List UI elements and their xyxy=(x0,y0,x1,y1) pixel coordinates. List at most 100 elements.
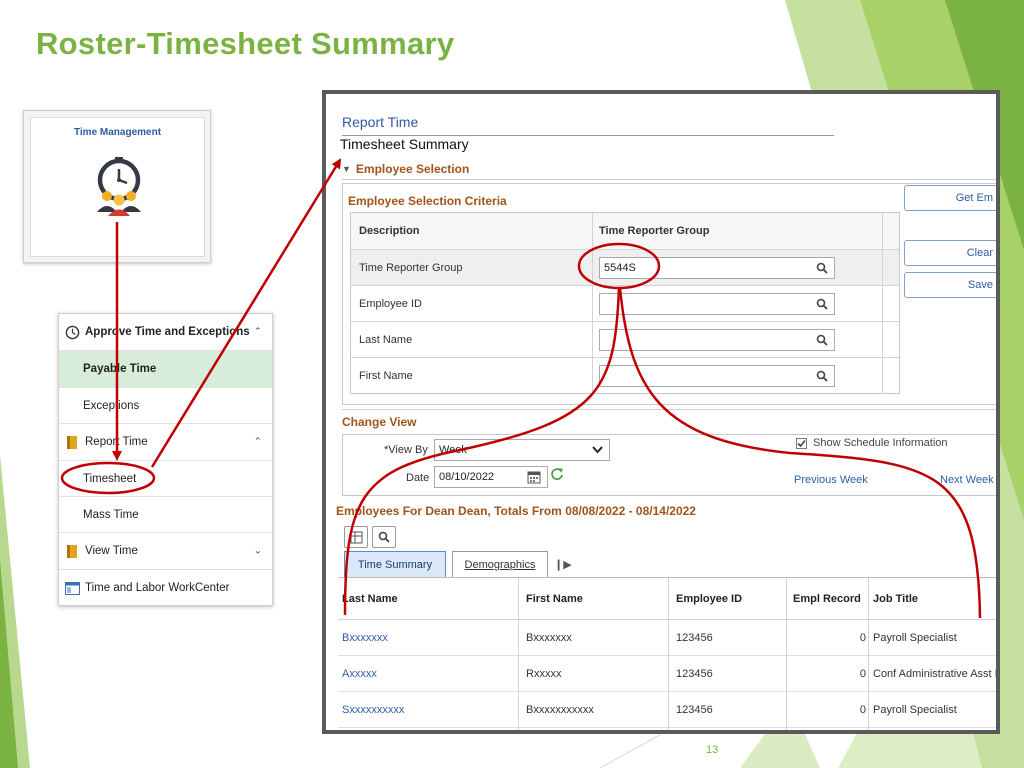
criteria-table: Description Time Reporter Group Time Rep… xyxy=(350,212,900,394)
nav-payable-time[interactable]: Payable Time xyxy=(59,351,272,388)
first-name-cell: Bxxxxxxx xyxy=(526,631,572,644)
chevron-up-icon[interactable]: ⌃ xyxy=(254,327,262,338)
input-value: 5544S xyxy=(604,262,636,274)
slide-title: Roster-Timesheet Summary xyxy=(36,26,455,61)
nav-exceptions[interactable]: Exceptions xyxy=(59,388,272,424)
table-row: Sxxxxxxxxxx Bxxxxxxxxxxx 123456 0 Payrol… xyxy=(338,692,996,728)
grid-settings-icon xyxy=(350,531,362,543)
heading-suffix: , Totals From 08/08/2022 - 08/14/2022 xyxy=(487,504,696,518)
nav-label: Exceptions xyxy=(83,399,140,412)
last-name-link[interactable]: Sxxxxxxxxxx xyxy=(342,692,404,727)
tile-title: Time Management xyxy=(73,127,162,138)
search-icon[interactable] xyxy=(816,262,828,274)
show-schedule-label: Show Schedule Information xyxy=(813,437,948,449)
column-header[interactable]: Employee ID xyxy=(676,578,742,619)
criteria-row: Time Reporter Group 5544S xyxy=(351,250,899,286)
section-label: Employee Selection xyxy=(355,162,470,176)
nav-view-time[interactable]: View Time ⌄ xyxy=(59,533,272,570)
save-button[interactable]: Save xyxy=(904,272,996,298)
column-header[interactable]: Job Title xyxy=(873,578,918,619)
nav-time-labor-workcenter[interactable]: Time and Labor WorkCenter xyxy=(59,570,272,606)
time-reporter-group-input[interactable]: 5544S xyxy=(599,257,835,279)
table-row: Axxxxx Rxxxxx 123456 0 Conf Administrati… xyxy=(338,656,996,692)
section-divider xyxy=(342,409,996,410)
column-header: Time Reporter Group xyxy=(599,225,710,237)
column-header[interactable]: First Name xyxy=(526,578,583,619)
job-title-cell: Payroll Specialist xyxy=(873,703,957,716)
criteria-header-row: Description Time Reporter Group xyxy=(351,213,899,250)
employee-grid: Last Name First Name Employee ID Empl Re… xyxy=(338,578,996,730)
caret-down-icon: ▼ xyxy=(342,164,351,174)
last-name-link[interactable]: Axxxxx xyxy=(342,656,377,691)
first-name-input[interactable] xyxy=(599,365,835,387)
criteria-row: Employee ID xyxy=(351,286,899,322)
criteria-description: Employee ID xyxy=(359,297,422,310)
date-label: Date xyxy=(406,472,430,484)
clock-icon xyxy=(63,323,81,341)
chevron-down-icon xyxy=(592,446,603,454)
employee-selection-toggle[interactable]: ▼ Employee Selection xyxy=(342,162,469,176)
nav-timesheet[interactable]: Timesheet xyxy=(59,461,272,497)
search-icon[interactable] xyxy=(816,298,828,310)
column-divider xyxy=(592,213,593,393)
show-all-columns-icon[interactable]: ❙▶ xyxy=(554,558,572,571)
heading-name: Dean Dean xyxy=(425,504,488,518)
tab-label: Demographics xyxy=(464,558,536,571)
select-value: Week xyxy=(439,444,467,456)
last-name-input[interactable] xyxy=(599,329,835,351)
employee-id-input[interactable] xyxy=(599,293,835,315)
page-number: 13 xyxy=(706,744,719,756)
search-icon[interactable] xyxy=(816,370,828,382)
column-header[interactable]: Last Name xyxy=(342,578,398,619)
next-week-link[interactable]: Next Week xyxy=(940,474,994,486)
nav-report-time[interactable]: Report Time ⌃ xyxy=(59,424,272,461)
breadcrumb[interactable]: Report Time xyxy=(342,114,418,130)
criteria-row: Last Name xyxy=(351,322,899,358)
empl-record-cell: 0 xyxy=(859,667,866,680)
nav-approve-time[interactable]: Approve Time and Exceptions ⌃ xyxy=(59,314,272,351)
time-management-tile-frame: Time Management xyxy=(23,110,211,263)
criteria-label: Employee Selection Criteria xyxy=(348,194,507,208)
heading-prefix: Employees For xyxy=(336,504,426,518)
refresh-icon[interactable] xyxy=(550,467,564,481)
empl-record-cell: 0 xyxy=(859,631,866,644)
first-name-cell: Rxxxxx xyxy=(526,667,562,680)
employee-id-cell: 123456 xyxy=(676,631,713,644)
date-input[interactable]: 08/10/2022 xyxy=(434,466,548,488)
show-schedule-checkbox[interactable]: Show Schedule Information xyxy=(796,437,948,449)
personalize-grid-button[interactable] xyxy=(344,526,368,548)
nav-label: Approve Time and Exceptions xyxy=(85,326,250,338)
book-icon xyxy=(63,433,81,451)
last-name-link[interactable]: Bxxxxxxx xyxy=(342,620,388,655)
column-divider xyxy=(786,578,787,730)
view-by-select[interactable]: Week xyxy=(434,439,610,461)
nav-label: Mass Time xyxy=(83,508,139,521)
checkbox-checked-icon[interactable] xyxy=(796,437,807,449)
nav-label: Report Time xyxy=(85,436,148,448)
get-employees-button[interactable]: Get Em xyxy=(904,185,996,211)
navigation-panel: Approve Time and Exceptions ⌃ Payable Ti… xyxy=(58,313,273,606)
input-value: 08/10/2022 xyxy=(439,471,495,483)
column-divider xyxy=(668,578,669,730)
time-management-tile[interactable]: Time Management xyxy=(30,117,205,257)
column-header[interactable]: Empl Record xyxy=(793,578,861,619)
nav-mass-time[interactable]: Mass Time xyxy=(59,497,272,533)
tab-demographics[interactable]: Demographics xyxy=(452,551,548,577)
calendar-icon[interactable] xyxy=(527,470,541,484)
change-view-label: Change View xyxy=(342,415,417,429)
tab-time-summary[interactable]: Time Summary xyxy=(344,551,446,577)
search-icon[interactable] xyxy=(816,334,828,346)
column-divider xyxy=(868,578,869,730)
previous-week-link[interactable]: Previous Week xyxy=(794,474,868,486)
table-row: Bxxxxxxx Bxxxxxxx 123456 0 Payroll Speci… xyxy=(338,620,996,656)
first-name-cell: Bxxxxxxxxxxx xyxy=(526,703,594,716)
find-button[interactable] xyxy=(372,526,396,548)
employees-heading: Employees For Dean Dean, Totals From 08/… xyxy=(336,504,696,518)
empl-record-cell: 0 xyxy=(859,703,866,716)
nav-label: View Time xyxy=(85,545,138,557)
chevron-down-icon[interactable]: ⌄ xyxy=(254,546,262,557)
clear-button[interactable]: Clear xyxy=(904,240,996,266)
chevron-up-icon[interactable]: ⌃ xyxy=(254,437,262,448)
criteria-row: First Name xyxy=(351,358,899,394)
section-divider xyxy=(342,179,996,180)
